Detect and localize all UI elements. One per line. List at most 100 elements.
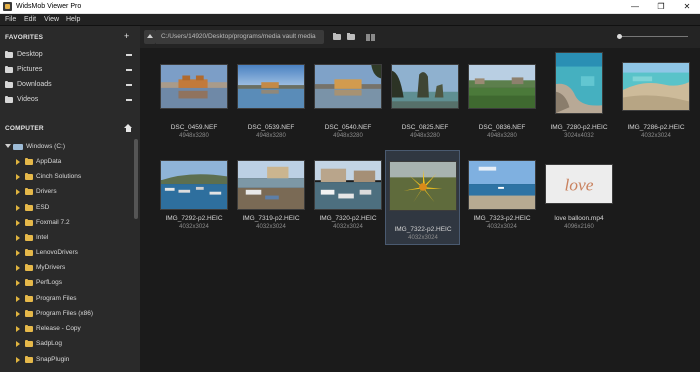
expand-arrow-icon[interactable] [16, 341, 20, 347]
folder-icon [5, 51, 13, 58]
title-bar: WidsMob Viewer Pro — ❐ ✕ [0, 0, 700, 14]
thumbnail-tile[interactable]: IMG_7280-p2.HEIC 3024x4032 [542, 52, 616, 141]
thumbnail-size-slider[interactable] [618, 36, 688, 37]
expand-arrow-icon[interactable] [16, 235, 20, 241]
folder-label: Intel [36, 234, 49, 241]
folder-label: Foxmail 7.2 [36, 219, 70, 226]
file-name: IMG_7319-p2.HEIC [242, 215, 300, 222]
parent-folder-button[interactable] [144, 30, 156, 44]
expand-arrow-icon[interactable] [5, 144, 11, 148]
folder-label: ESD [36, 204, 50, 211]
menu-view[interactable]: View [44, 15, 59, 24]
expand-arrow-icon[interactable] [16, 311, 20, 317]
file-dimensions: 4096x2160 [564, 224, 594, 230]
file-dimensions: 4032x3024 [333, 224, 363, 230]
remove-favorite-icon[interactable] [126, 84, 132, 86]
open-folder-icon[interactable] [333, 33, 341, 40]
thumbnail-image [622, 62, 690, 111]
file-dimensions: 4032x3024 [179, 224, 209, 230]
expand-arrow-icon[interactable] [16, 205, 20, 211]
sidebar-scrollbar[interactable] [134, 139, 138, 219]
tree-item-snapplugin[interactable]: SnapPlugin [0, 354, 140, 366]
expand-arrow-icon[interactable] [16, 189, 20, 195]
favorite-pictures[interactable]: Pictures [0, 64, 140, 76]
favorite-videos[interactable]: Videos [0, 94, 140, 106]
tree-item-drive-c[interactable]: Windows (C:) [0, 141, 140, 153]
favorite-desktop[interactable]: Desktop [0, 49, 140, 61]
thumbnail-tile[interactable]: DSC_0825.NEF 4948x3280 [388, 61, 462, 141]
expand-arrow-icon[interactable] [16, 174, 20, 180]
compare-view-icon[interactable] [366, 34, 375, 41]
folder-label: MyDrivers [36, 264, 66, 271]
file-name: IMG_7322-p2.HEIC [394, 226, 452, 233]
drive-label: Windows (C:) [26, 143, 66, 150]
tree-item-sadplog[interactable]: SadpLog [0, 338, 140, 350]
thumbnail-image [314, 160, 382, 210]
expand-arrow-icon[interactable] [16, 357, 20, 363]
remove-favorite-icon[interactable] [126, 54, 132, 56]
tree-item-appdata[interactable]: AppData [0, 156, 140, 168]
remove-favorite-icon[interactable] [126, 99, 132, 101]
tree-item-cinch-solutions[interactable]: Cinch Solutions [0, 171, 140, 183]
file-name: DSC_0539.NEF [247, 124, 295, 131]
favorite-label: Pictures [17, 66, 43, 73]
tree-item-foxmail[interactable]: Foxmail 7.2 [0, 217, 140, 229]
thumbnail-tile[interactable]: love love balloon.mp4 4096x2160 [542, 152, 616, 232]
menu-file[interactable]: File [5, 15, 16, 24]
thumbnail-tile[interactable]: DSC_0539.NEF 4948x3280 [234, 61, 308, 141]
expand-arrow-icon[interactable] [16, 250, 20, 256]
maximize-button[interactable]: ❐ [648, 0, 674, 13]
svg-text:love: love [564, 176, 593, 195]
tree-item-drivers[interactable]: Drivers [0, 186, 140, 198]
menu-bar: File Edit View Help [0, 14, 700, 26]
thumbnail-image [237, 64, 305, 109]
tree-item-intel[interactable]: Intel [0, 232, 140, 244]
expand-arrow-icon[interactable] [16, 220, 20, 226]
tree-item-program-files-x86[interactable]: Program Files (x86) [0, 308, 140, 320]
file-dimensions: 4032x3024 [487, 224, 517, 230]
slider-handle[interactable] [617, 34, 622, 39]
folder-label: Program Files [36, 295, 77, 302]
folder-icon [25, 325, 33, 332]
add-favorite-icon[interactable]: + [124, 32, 129, 41]
expand-arrow-icon[interactable] [16, 296, 20, 302]
file-name: IMG_7286-p2.HEIC [627, 124, 685, 131]
favorite-downloads[interactable]: Downloads [0, 79, 140, 91]
thumbnail-tile[interactable]: DSC_0540.NEF 4948x3280 [311, 61, 385, 141]
expand-arrow-icon[interactable] [16, 280, 20, 286]
thumbnail-tile[interactable]: DSC_0836.NEF 4948x3280 [465, 61, 539, 141]
thumbnail-tile[interactable]: IMG_7323-p2.HEIC 4032x3024 [465, 152, 539, 232]
minimize-button[interactable]: — [622, 0, 648, 13]
menu-help[interactable]: Help [66, 15, 80, 24]
thumbnail-tile[interactable]: IMG_7286-p2.HEIC 4032x3024 [619, 61, 693, 141]
thumbnail-tile[interactable]: DSC_0459.NEF 4948x3280 [157, 61, 231, 141]
tree-item-perflogs[interactable]: PerfLogs [0, 277, 140, 289]
new-folder-icon[interactable] [347, 33, 355, 40]
expand-arrow-icon[interactable] [16, 265, 20, 271]
thumbnail-tile[interactable]: IMG_7292-p2.HEIC 4032x3024 [157, 152, 231, 232]
tree-item-program-files[interactable]: Program Files [0, 293, 140, 305]
thumbnail-tile-selected[interactable]: IMG_7322-p2.HEIC 4032x3024 [385, 150, 460, 245]
close-button[interactable]: ✕ [674, 0, 700, 13]
tree-item-mydrivers[interactable]: MyDrivers [0, 262, 140, 274]
folder-icon [5, 66, 13, 73]
menu-edit[interactable]: Edit [24, 15, 36, 24]
home-icon[interactable] [124, 124, 132, 134]
favorite-label: Desktop [17, 51, 43, 58]
expand-arrow-icon[interactable] [16, 326, 20, 332]
remove-favorite-icon[interactable] [126, 69, 132, 71]
thumbnail-tile[interactable]: IMG_7320-p2.HEIC 4032x3024 [311, 152, 385, 232]
file-dimensions: 4948x3280 [410, 133, 440, 139]
tree-item-lenovodrivers[interactable]: LenovoDrivers [0, 247, 140, 259]
folder-label: LenovoDrivers [36, 249, 78, 256]
tree-item-release-copy[interactable]: Release - Copy [0, 323, 140, 335]
file-name: DSC_0540.NEF [324, 124, 372, 131]
favorites-header: FAVORITES [5, 34, 44, 41]
expand-arrow-icon[interactable] [16, 159, 20, 165]
tree-item-esd[interactable]: ESD [0, 202, 140, 214]
path-bar[interactable]: C:/Users/14920/Desktop/programs/media va… [156, 30, 324, 44]
folder-icon [5, 96, 13, 103]
thumbnail-tile[interactable]: IMG_7319-p2.HEIC 4032x3024 [234, 152, 308, 232]
file-name: love balloon.mp4 [554, 215, 604, 222]
folder-icon [25, 173, 33, 180]
